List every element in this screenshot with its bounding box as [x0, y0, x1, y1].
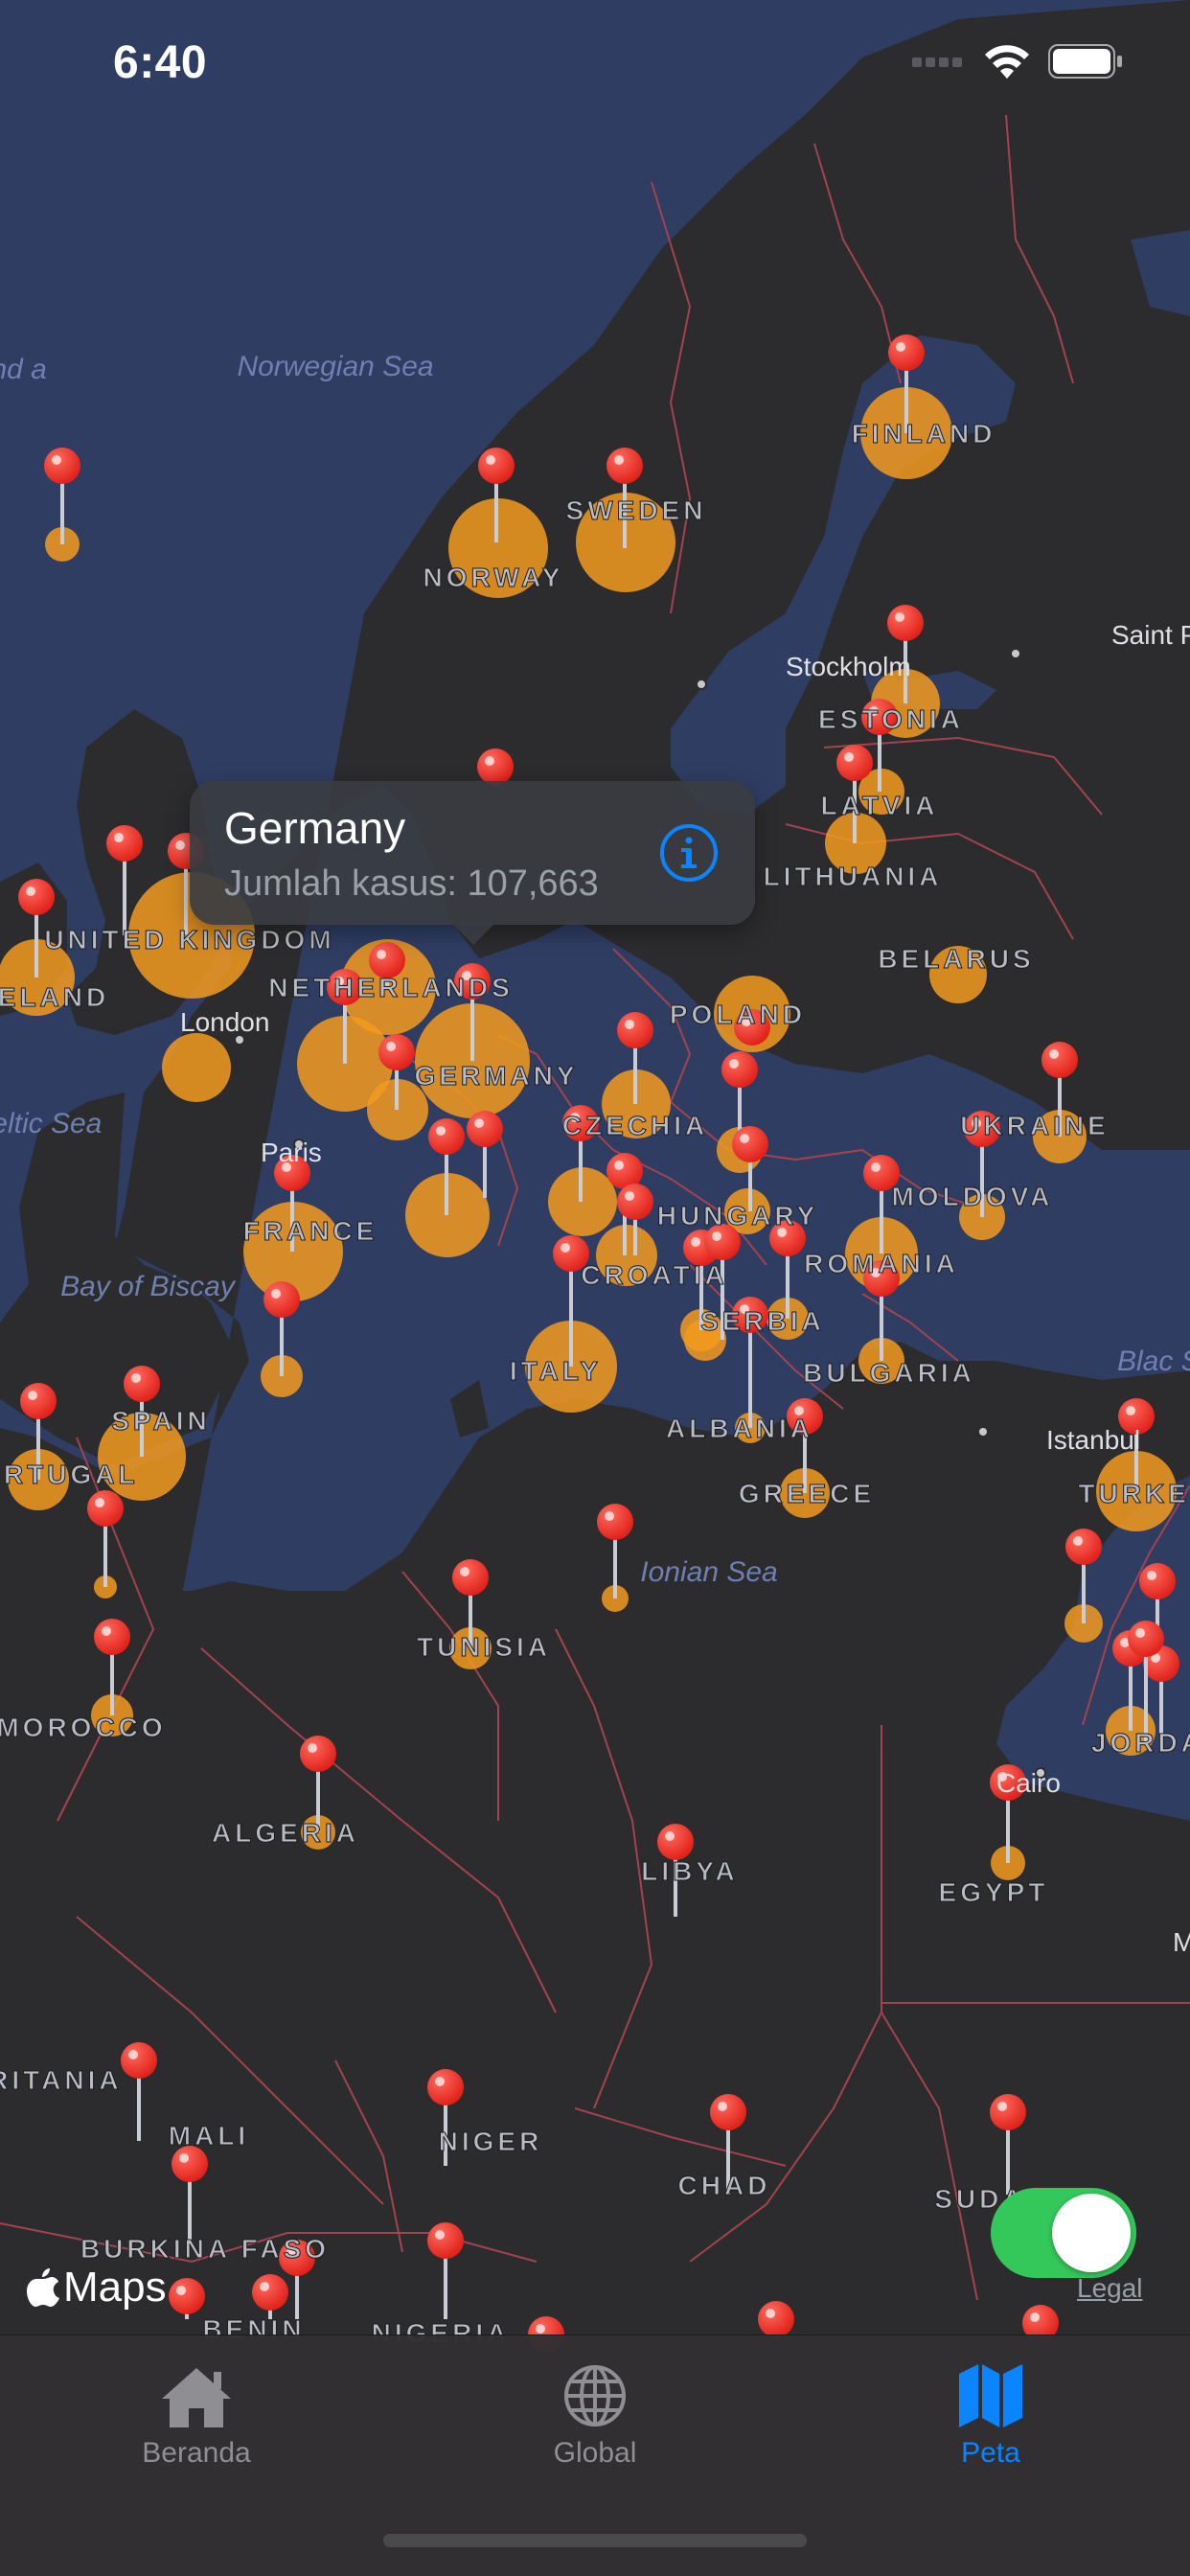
tab-beranda[interactable]: Beranda [91, 2362, 302, 2470]
country-label: MOLDOVA [891, 1182, 1053, 1211]
city-label: Saint Peters [1111, 620, 1190, 650]
home-indicator [383, 2534, 807, 2547]
country-label: FRANCE [243, 1216, 378, 1246]
country-label: JORDAN [1091, 1728, 1190, 1758]
country-label: POLAND [670, 1000, 806, 1029]
country-label: NIGER [439, 2127, 543, 2156]
globe-icon [564, 2365, 626, 2426]
tab-label: Peta [961, 2437, 1020, 2469]
cellular-icon [912, 58, 962, 67]
legal-link[interactable]: Legal [1077, 2273, 1143, 2304]
country-label: CHAD [678, 2171, 771, 2200]
map-pin[interactable] [477, 748, 514, 785]
city-label: Istanbul [1046, 1425, 1140, 1455]
country-label: HUNGARY [657, 1201, 819, 1230]
screen: Norwegian Sea Celtic Sea Bay of Biscay Ioni… [0, 0, 1190, 2576]
country-label: FINLAND [852, 419, 996, 448]
apple-icon [27, 2268, 59, 2307]
country-label: GERMANY [414, 1061, 578, 1091]
country-label: LIBYA [641, 1856, 738, 1886]
country-label: TURKEY [1078, 1479, 1190, 1508]
wifi-icon [985, 45, 1029, 79]
sea-label: Ionian Sea [640, 1556, 777, 1588]
maps-brand: Maps [63, 2264, 167, 2311]
tab-global[interactable]: Global [490, 2362, 700, 2470]
sea-label: Blac Sea [1117, 1346, 1190, 1377]
country-label: SPAIN [111, 1406, 211, 1436]
country-label: SWEDEN [566, 495, 707, 525]
tab-label: Beranda [142, 2437, 251, 2469]
status-bar: 6:40 [0, 0, 1190, 125]
map-view[interactable]: Norwegian Sea Celtic Sea Bay of Biscay Ioni… [0, 0, 1190, 2576]
country-label: TUNISIA [417, 1632, 551, 1662]
country-label: UNITED KINGDOM [44, 925, 334, 954]
sea-label: Norwegian Sea [237, 351, 433, 382]
country-label: PORTUGAL [0, 1460, 139, 1489]
country-label: BULGARIA [803, 1358, 975, 1388]
annotation-callout[interactable]: Germany Jumlah kasus: 107,663 [190, 781, 755, 925]
house-icon [162, 2368, 231, 2427]
city-label: Cairo [996, 1768, 1061, 1798]
country-label: LITHUANIA [764, 862, 943, 891]
country-label: CROATIA [581, 1260, 727, 1290]
city-dot [696, 678, 707, 690]
city-label: London [180, 1007, 269, 1037]
city-dot [1010, 648, 1021, 659]
country-label: SERBIA [700, 1306, 825, 1336]
city-label: Paris [261, 1138, 322, 1167]
country-label: ITALY [510, 1356, 602, 1386]
country-label: GREECE [739, 1479, 875, 1508]
maps-logo: Maps [27, 2264, 167, 2312]
tab-peta[interactable]: Peta [885, 2362, 1096, 2470]
city-label: Me [1173, 1927, 1190, 1957]
country-label: MOROCCO [0, 1713, 167, 1742]
city-dot [977, 1426, 989, 1438]
callout-title: Germany [224, 803, 406, 853]
country-label: BURKINA FASO [80, 2234, 330, 2264]
info-circle-icon[interactable] [659, 823, 719, 883]
sea-label: land a [0, 354, 47, 385]
country-label: NETHERLANDS [268, 973, 514, 1002]
map-style-toggle[interactable] [991, 2188, 1136, 2278]
country-label: UKRAINE [960, 1111, 1110, 1140]
sea-label: Bay of Biscay [60, 1271, 237, 1302]
country-label: CZECHIA [562, 1111, 708, 1140]
country-label: MALI [169, 2121, 249, 2150]
status-icons [912, 44, 1123, 79]
country-label: ROMANIA [804, 1249, 959, 1278]
city-label: Stockholm [786, 652, 911, 681]
country-label: BELARUS [878, 944, 1034, 974]
sea-label: Celtic Sea [0, 1108, 102, 1139]
callout-tail [450, 922, 496, 945]
callout-subtitle: Jumlah kasus: 107,663 [224, 863, 599, 904]
toggle-knob [1052, 2194, 1131, 2272]
map-icon [959, 2364, 1022, 2427]
country-label: EGYPT [939, 1877, 1049, 1907]
status-time: 6:40 [113, 37, 208, 88]
country-label: ALBANIA [666, 1414, 813, 1443]
battery-icon [1048, 44, 1122, 79]
country-label: ALGERIA [212, 1818, 359, 1848]
country-label: MAURITANIA [0, 2065, 123, 2095]
tab-label: Global [553, 2437, 637, 2469]
country-label: LATVIA [820, 791, 938, 820]
country-label: ESTONIA [818, 704, 964, 734]
country-label: IRELAND [0, 982, 109, 1012]
country-label: NORWAY [423, 563, 564, 592]
